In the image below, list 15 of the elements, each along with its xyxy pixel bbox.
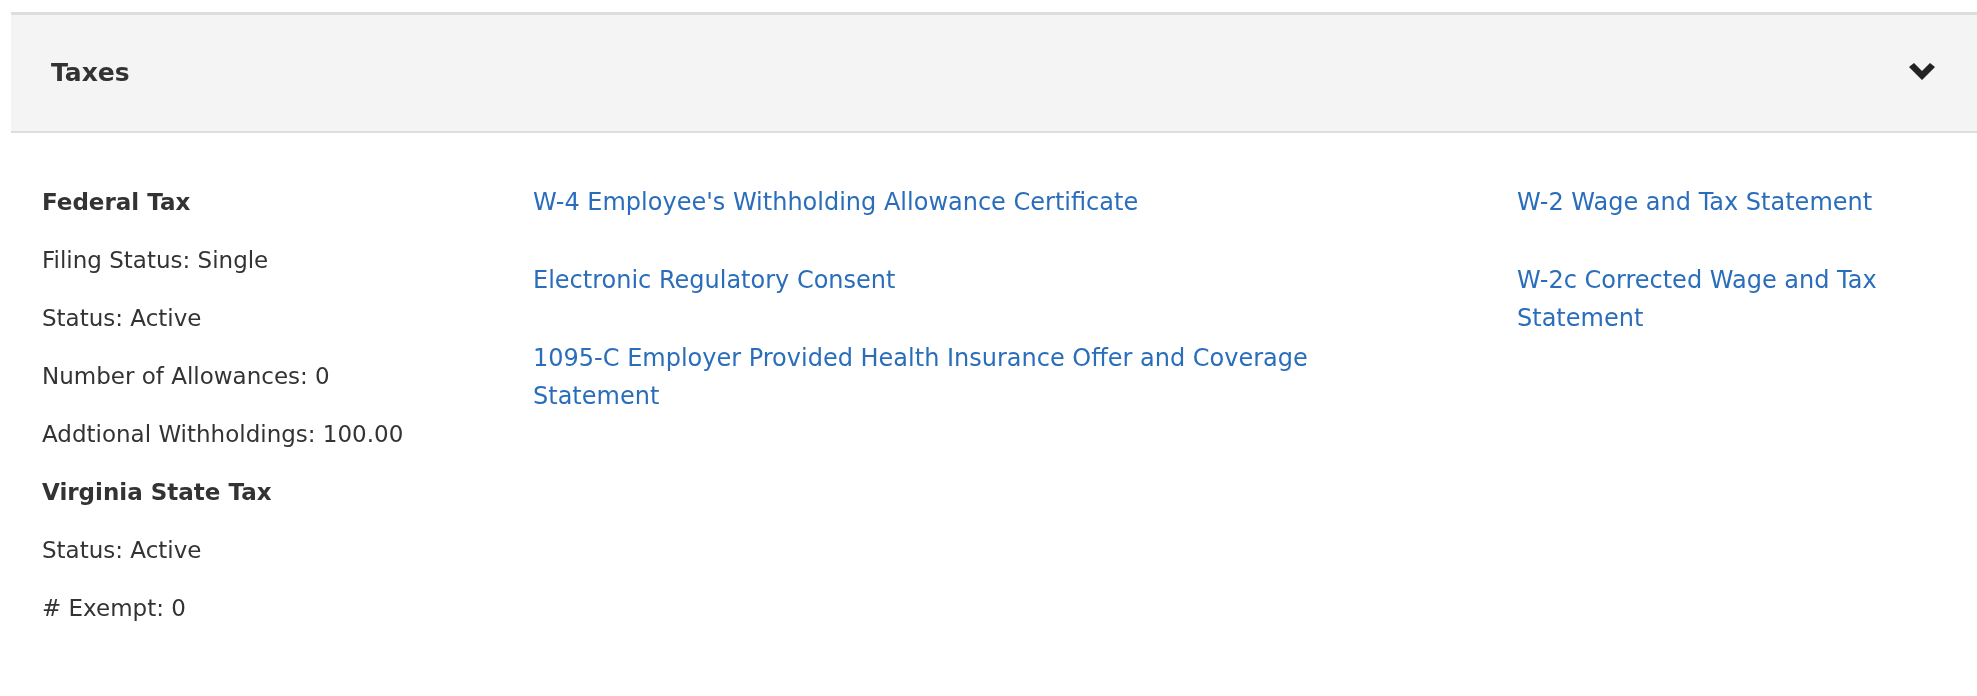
detail-text: Status: Active [42, 536, 203, 565]
section-heading: Federal Tax [42, 188, 192, 217]
detail-text: Status: Active [42, 304, 203, 333]
detail-text: # Exempt: 0 [42, 594, 187, 623]
document-link[interactable]: Electronic Regulatory Consent [533, 261, 1393, 299]
detail-text: Number of Allowances: 0 [42, 362, 331, 391]
panel-title: Taxes [51, 58, 130, 88]
detail-text: Addtional Withholdings: 100.00 [42, 420, 405, 449]
document-link[interactable]: W-2 Wage and Tax Statement [1517, 183, 1897, 221]
detail-text: Filing Status: Single [42, 246, 270, 275]
section-heading: Virginia State Tax [42, 478, 273, 507]
panel-header[interactable]: Taxes [11, 15, 1977, 133]
document-link[interactable]: W-4 Employee's Withholding Allowance Certificate [533, 183, 1393, 221]
document-link[interactable]: W-2c Corrected Wage and Tax Statement [1517, 261, 1897, 337]
document-link[interactable]: 1095-C Employer Provided Health Insurance Offer and Coverage Statement [533, 339, 1393, 415]
